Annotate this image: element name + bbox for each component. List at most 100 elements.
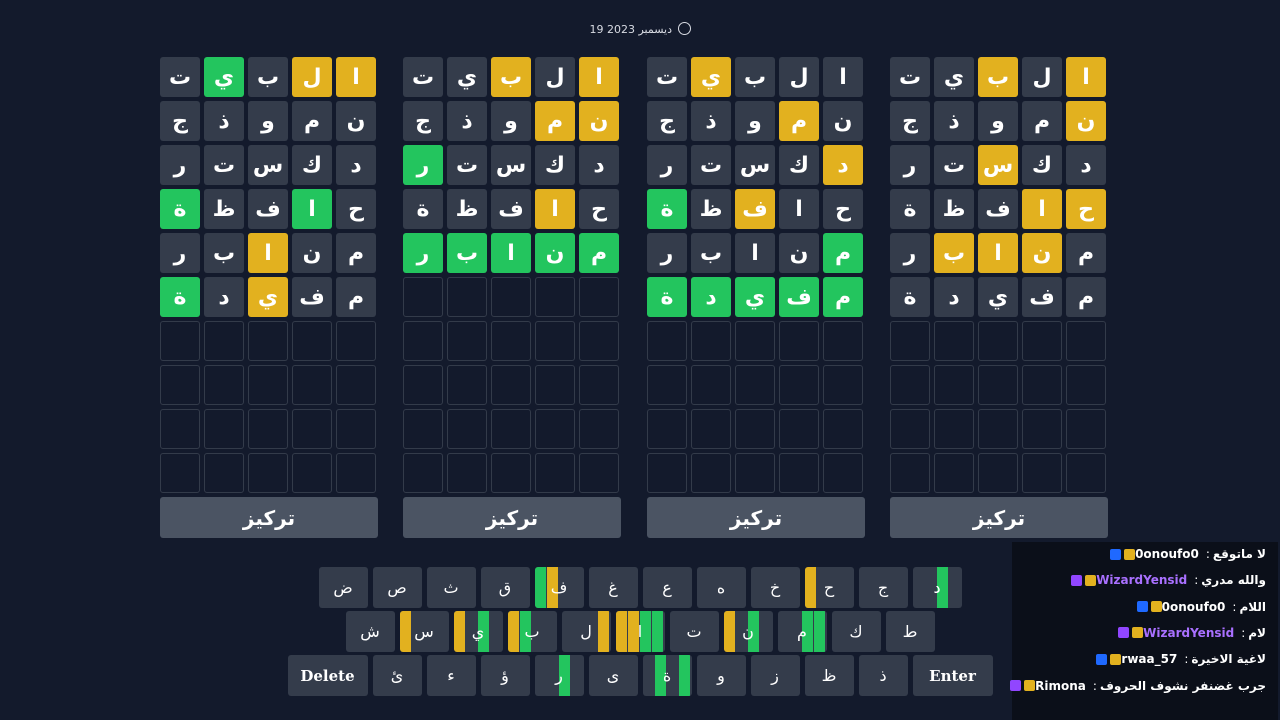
crown-icon [1132,627,1144,639]
letter-key[interactable]: ج [858,567,908,608]
letter-tile: ن [823,101,863,141]
empty-tile [403,409,443,449]
letter-key[interactable]: ش [345,611,395,652]
delete-key[interactable]: Delete [287,655,368,696]
key-label: خ [769,578,781,597]
letter-key[interactable]: ب [507,611,557,652]
letter-tile: ن [1022,233,1062,273]
letter-key[interactable]: م [777,611,827,652]
focus-button[interactable]: تركيز [647,497,865,538]
letter-tile: ت [691,145,731,185]
focus-button[interactable]: تركيز [403,497,621,538]
board-grid: تيبلاجذومنرتسكدةظفاحربانمةديفم [890,57,1108,493]
badge-icon [1118,627,1130,639]
chat-message: والله مدري: WizardYensid [1068,573,1266,587]
letter-key[interactable]: ل [561,611,611,652]
key-label: ش [360,622,380,641]
empty-tile [491,321,531,361]
empty-tile [160,409,200,449]
key-label: ض [333,578,353,597]
board-state-indicator [507,611,519,652]
letter-key[interactable]: ث [426,567,476,608]
letter-key[interactable]: ح [804,567,854,608]
empty-tile [160,365,200,405]
letter-key[interactable]: ن [723,611,773,652]
letter-tile: ج [647,101,687,141]
letter-tile: ا [292,189,332,229]
empty-tile [579,277,619,317]
letter-tile: ن [579,101,619,141]
letter-key[interactable]: خ [750,567,800,608]
chat-separator: : [1194,573,1199,588]
empty-tile [978,409,1018,449]
letter-tile: ك [292,145,332,185]
empty-tile [336,365,376,405]
letter-tile: ج [160,101,200,141]
letter-tile: م [1066,277,1106,317]
key-label: ز [771,666,779,685]
chat-text: لام [1248,625,1266,640]
enter-key[interactable]: Enter [912,655,993,696]
letter-key[interactable]: ط [885,611,935,652]
empty-tile [1066,321,1106,361]
date-display: 19 ديسمبر 2023 [0,22,1280,36]
focus-button[interactable]: تركيز [890,497,1108,538]
date-text: 19 ديسمبر 2023 [589,23,673,36]
letter-key[interactable]: ز [750,655,800,696]
empty-tile [403,277,443,317]
letter-tile: م [1066,233,1106,273]
letter-tile: ة [647,189,687,229]
empty-tile [403,321,443,361]
letter-tile: ا [779,189,819,229]
clock-icon [677,22,691,35]
letter-key[interactable]: ى [588,655,638,696]
letter-key[interactable]: و [696,655,746,696]
letter-key[interactable]: ت [669,611,719,652]
letter-tile: ة [890,277,930,317]
crown-icon [1024,680,1036,691]
letter-key[interactable]: ص [372,567,422,608]
letter-tile: ا [579,57,619,97]
letter-key[interactable]: ظ [804,655,854,696]
letter-key[interactable]: ا [615,611,665,652]
chat-overlay: لا ماتوقع:0onoufo0 والله مدري: WizardYensi… [1010,542,1278,720]
letter-key[interactable]: غ [588,567,638,608]
letter-tile: ح [336,189,376,229]
letter-key[interactable]: ض [318,567,368,608]
letter-key[interactable]: ة [642,655,692,696]
letter-tile: ظ [204,189,244,229]
key-label: ئ [390,666,404,685]
letter-key[interactable]: د [912,567,962,608]
letter-key[interactable]: ذ [858,655,908,696]
letter-tile: ت [890,57,930,97]
letter-key[interactable]: ي [453,611,503,652]
letter-key[interactable]: ق [480,567,530,608]
letter-tile: س [491,145,531,185]
letter-key[interactable]: ك [831,611,881,652]
letter-key[interactable]: ر [534,655,584,696]
letter-key[interactable]: س [399,611,449,652]
letter-key[interactable]: ع [642,567,692,608]
empty-tile [978,453,1018,493]
letter-tile: ب [204,233,244,273]
letter-key[interactable]: ئ [372,655,422,696]
board-state-indicator [804,567,816,608]
letter-key[interactable]: ه [696,567,746,608]
letter-key[interactable]: ؤ [480,655,530,696]
letter-key[interactable]: ف [534,567,584,608]
key-label: ج [877,578,889,597]
letter-tile: ي [978,277,1018,317]
key-label: غ [608,578,618,597]
letter-tile: ظ [691,189,731,229]
letter-tile: ب [447,233,487,273]
letter-tile: ة [647,277,687,317]
letter-tile: ا [1022,189,1062,229]
letter-tile: د [579,145,619,185]
letter-key[interactable]: ء [426,655,476,696]
empty-tile [491,277,531,317]
focus-button[interactable]: تركيز [160,497,378,538]
empty-tile [336,321,376,361]
empty-tile [160,321,200,361]
board-state-indicator [615,611,627,652]
empty-tile [579,409,619,449]
